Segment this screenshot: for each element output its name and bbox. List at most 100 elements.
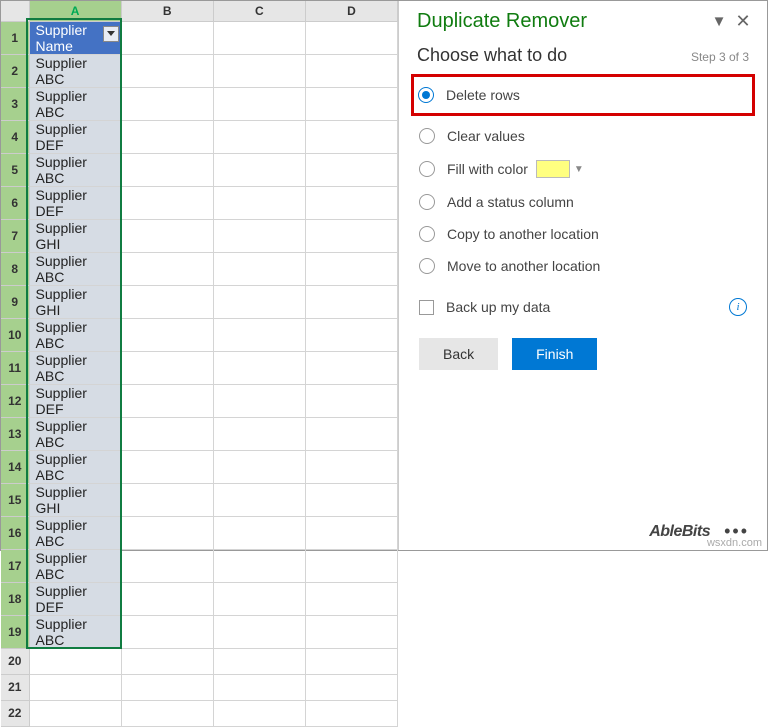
- cell[interactable]: Supplier ABC: [29, 516, 121, 549]
- cell[interactable]: [305, 417, 397, 450]
- cell[interactable]: [121, 516, 213, 549]
- cell[interactable]: [121, 21, 213, 54]
- cell[interactable]: [29, 674, 121, 700]
- cell[interactable]: [305, 674, 397, 700]
- row-header[interactable]: 4: [1, 120, 29, 153]
- cell[interactable]: [213, 219, 305, 252]
- cell[interactable]: [213, 384, 305, 417]
- row-header[interactable]: 13: [1, 417, 29, 450]
- column-header[interactable]: B: [121, 1, 213, 21]
- row-header[interactable]: 11: [1, 351, 29, 384]
- color-swatch[interactable]: [536, 160, 570, 178]
- row-header[interactable]: 14: [1, 450, 29, 483]
- cell[interactable]: [305, 285, 397, 318]
- cell[interactable]: [305, 186, 397, 219]
- cell[interactable]: [305, 384, 397, 417]
- row-header[interactable]: 9: [1, 285, 29, 318]
- cell[interactable]: [305, 54, 397, 87]
- cell[interactable]: Supplier ABC: [29, 351, 121, 384]
- cell[interactable]: Supplier DEF: [29, 186, 121, 219]
- cell[interactable]: Supplier DEF: [29, 120, 121, 153]
- cell[interactable]: [213, 252, 305, 285]
- row-header[interactable]: 7: [1, 219, 29, 252]
- cell[interactable]: [213, 450, 305, 483]
- row-header[interactable]: 19: [1, 615, 29, 648]
- cell[interactable]: [305, 700, 397, 726]
- row-header[interactable]: 18: [1, 582, 29, 615]
- finish-button[interactable]: Finish: [512, 338, 597, 370]
- cell[interactable]: Supplier DEF: [29, 384, 121, 417]
- cell[interactable]: [121, 648, 213, 674]
- cell[interactable]: [121, 483, 213, 516]
- cell[interactable]: Supplier ABC: [29, 417, 121, 450]
- cell[interactable]: Supplier DEF: [29, 582, 121, 615]
- cell[interactable]: [305, 219, 397, 252]
- cell[interactable]: [213, 120, 305, 153]
- cell[interactable]: [29, 700, 121, 726]
- row-header[interactable]: 1: [1, 21, 29, 54]
- cell[interactable]: [305, 648, 397, 674]
- cell[interactable]: [213, 700, 305, 726]
- cell[interactable]: Supplier GHI: [29, 483, 121, 516]
- option-move-location[interactable]: Move to another location: [417, 250, 749, 282]
- cell[interactable]: [305, 450, 397, 483]
- row-header[interactable]: 12: [1, 384, 29, 417]
- column-header[interactable]: C: [213, 1, 305, 21]
- row-header[interactable]: 5: [1, 153, 29, 186]
- cell[interactable]: [121, 351, 213, 384]
- cell[interactable]: [305, 351, 397, 384]
- cell[interactable]: [213, 87, 305, 120]
- cell[interactable]: Supplier ABC: [29, 549, 121, 582]
- cell[interactable]: [121, 549, 213, 582]
- cell[interactable]: [305, 87, 397, 120]
- cell[interactable]: Supplier GHI: [29, 285, 121, 318]
- cell[interactable]: Supplier ABC: [29, 252, 121, 285]
- back-button[interactable]: Back: [419, 338, 498, 370]
- option-clear-values[interactable]: Clear values: [417, 120, 749, 152]
- cell[interactable]: [213, 483, 305, 516]
- select-all-cell[interactable]: [1, 1, 29, 21]
- cell[interactable]: [121, 120, 213, 153]
- cell[interactable]: [213, 351, 305, 384]
- row-header[interactable]: 21: [1, 674, 29, 700]
- cell[interactable]: [121, 384, 213, 417]
- row-header[interactable]: 3: [1, 87, 29, 120]
- cell[interactable]: [213, 615, 305, 648]
- cell[interactable]: [213, 318, 305, 351]
- cell[interactable]: Supplier ABC: [29, 318, 121, 351]
- cell[interactable]: [213, 549, 305, 582]
- row-header[interactable]: 10: [1, 318, 29, 351]
- cell[interactable]: [213, 54, 305, 87]
- cell[interactable]: Supplier ABC: [29, 450, 121, 483]
- option-delete-rows[interactable]: Delete rows: [416, 79, 750, 111]
- cell[interactable]: [121, 582, 213, 615]
- option-fill-color[interactable]: Fill with color ▼: [417, 152, 749, 186]
- option-status-column[interactable]: Add a status column: [417, 186, 749, 218]
- cell[interactable]: [29, 648, 121, 674]
- cell[interactable]: [121, 700, 213, 726]
- cell[interactable]: Supplier ABC: [29, 54, 121, 87]
- cell[interactable]: [213, 648, 305, 674]
- cell[interactable]: [213, 186, 305, 219]
- cell[interactable]: [121, 615, 213, 648]
- cell[interactable]: [305, 318, 397, 351]
- chevron-down-icon[interactable]: ▼: [707, 9, 731, 33]
- info-icon[interactable]: i: [729, 298, 747, 316]
- cell[interactable]: [305, 252, 397, 285]
- cell[interactable]: [121, 252, 213, 285]
- cell[interactable]: [305, 153, 397, 186]
- cell[interactable]: Supplier GHI: [29, 219, 121, 252]
- column-header[interactable]: D: [305, 1, 397, 21]
- row-header[interactable]: 17: [1, 549, 29, 582]
- cell[interactable]: [305, 582, 397, 615]
- cell[interactable]: [213, 153, 305, 186]
- cell[interactable]: [305, 120, 397, 153]
- cell[interactable]: [121, 153, 213, 186]
- chevron-down-icon[interactable]: ▼: [574, 164, 584, 175]
- cell[interactable]: [213, 285, 305, 318]
- column-header[interactable]: A: [29, 1, 121, 21]
- cell[interactable]: [305, 615, 397, 648]
- checkbox-icon[interactable]: [419, 300, 434, 315]
- cell[interactable]: [213, 674, 305, 700]
- cell[interactable]: [213, 516, 305, 549]
